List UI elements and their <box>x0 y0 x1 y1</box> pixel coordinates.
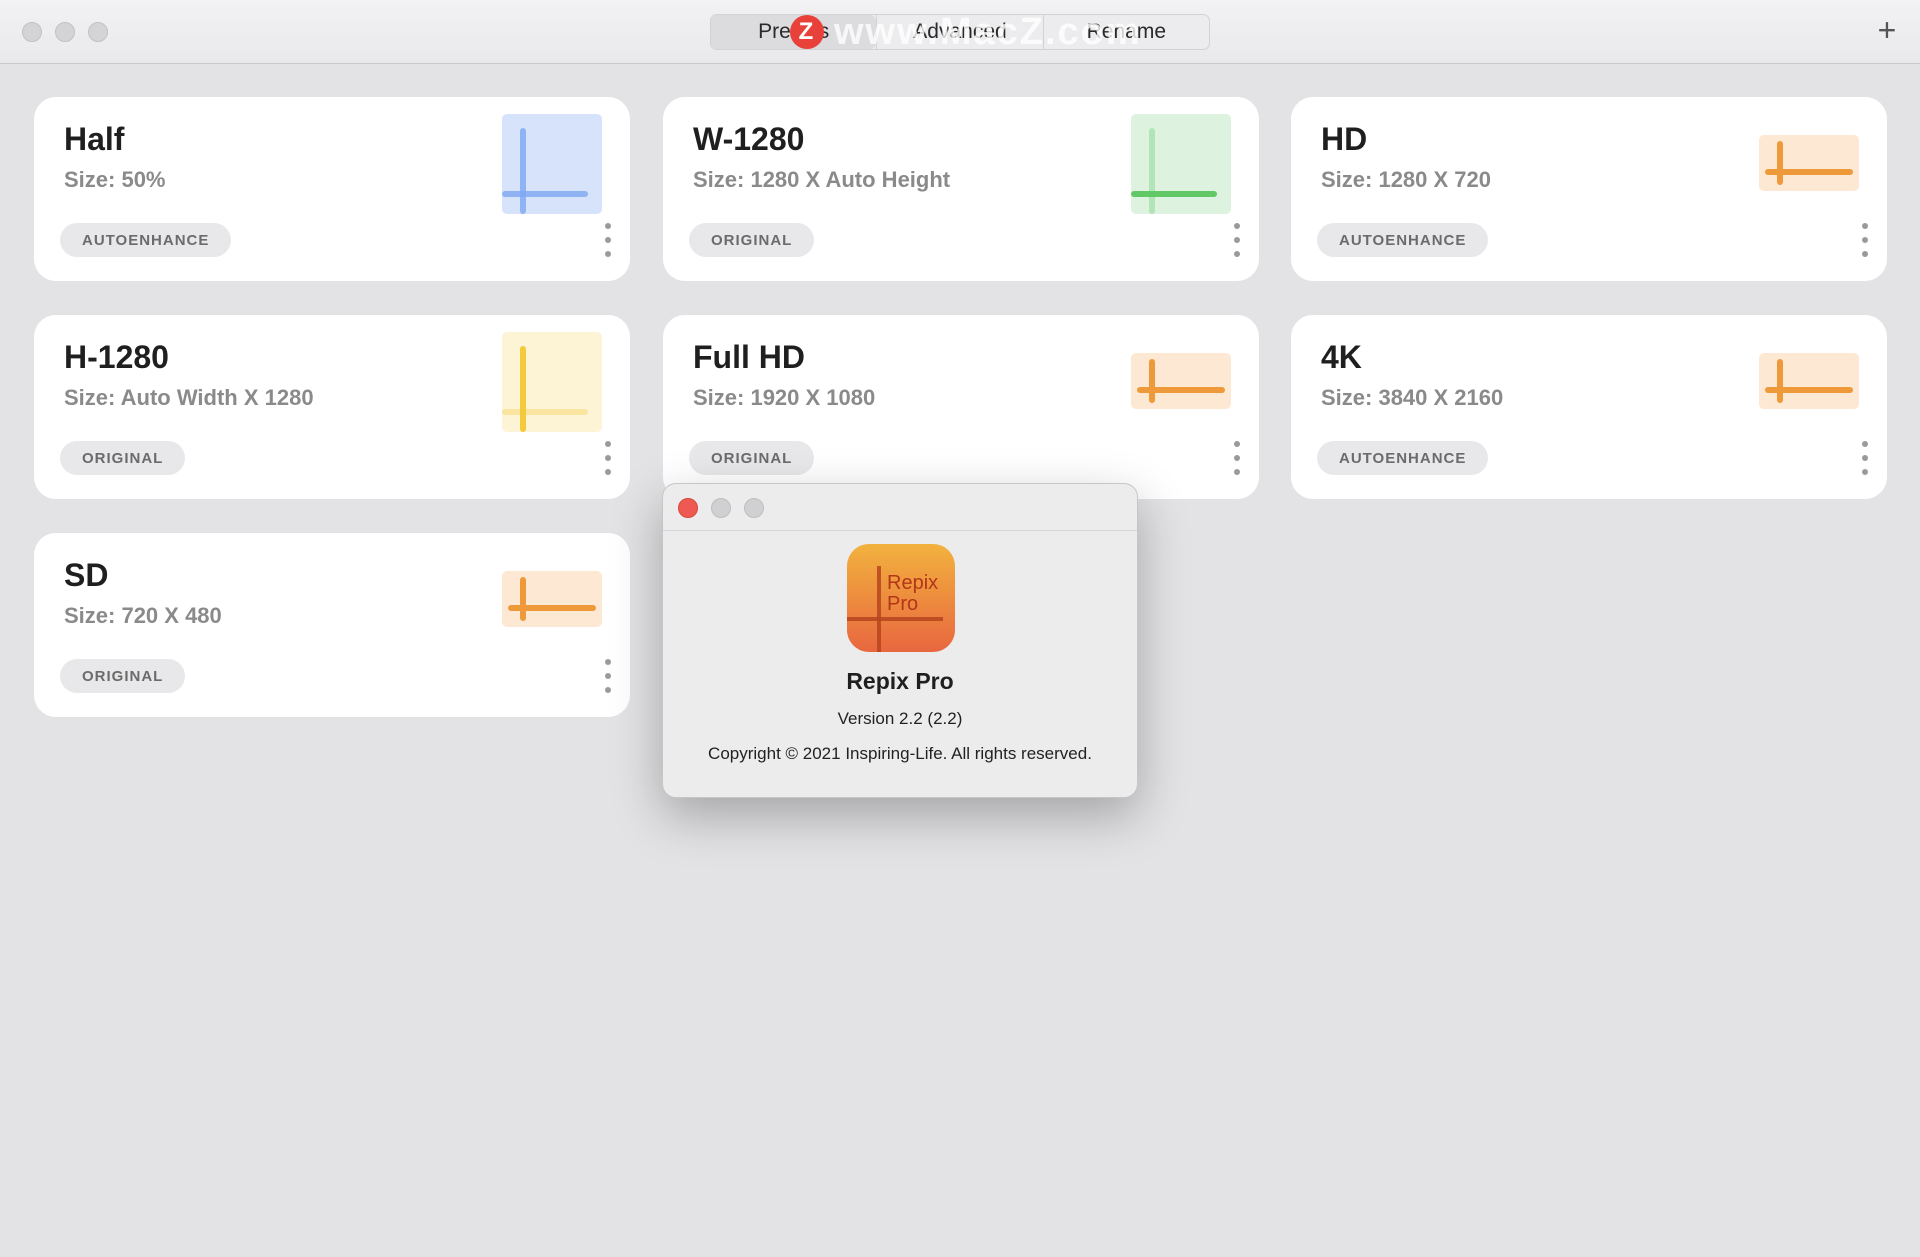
preset-size: Size: 1280 X 720 <box>1321 167 1492 192</box>
preset-size: Size: 3840 X 2160 <box>1321 385 1504 410</box>
more-options-icon[interactable] <box>1859 441 1871 475</box>
preset-mode-badge: ORIGINAL <box>689 441 815 475</box>
about-app-name: Repix Pro <box>846 668 954 694</box>
about-copyright: Copyright © 2021 Inspiring-Life. All rig… <box>708 744 1092 763</box>
preset-mode-badge: AUTOENHANCE <box>1317 223 1489 257</box>
more-options-icon[interactable] <box>602 441 614 475</box>
preset-title: SD <box>64 557 109 593</box>
zoom-window-button[interactable] <box>88 22 108 42</box>
preset-size: Size: 720 X 480 <box>64 603 222 628</box>
about-close-button[interactable] <box>678 498 698 518</box>
repix-pro-app-icon: Repix Pro <box>847 544 955 652</box>
close-window-button[interactable] <box>22 22 42 42</box>
preset-card[interactable]: W-1280 Size: 1280 X Auto Height ORIGINAL <box>663 97 1259 281</box>
preset-size: Size: 1920 X 1080 <box>693 385 876 410</box>
more-options-icon[interactable] <box>602 223 614 257</box>
title-bar: Presets Advanced Rename Z www.MacZ.com + <box>0 0 1920 64</box>
preset-card[interactable]: Half Size: 50% AUTOENHANCE <box>34 97 630 281</box>
crop-fixed-icon <box>1759 353 1859 409</box>
main-window: Presets Advanced Rename Z www.MacZ.com +… <box>0 0 1920 1257</box>
tab-presets[interactable]: Presets <box>711 15 877 49</box>
preset-title: Half <box>64 121 125 157</box>
preset-size: Size: Auto Width X 1280 <box>64 385 314 410</box>
more-options-icon[interactable] <box>1231 223 1243 257</box>
preset-mode-badge: AUTOENHANCE <box>60 223 232 257</box>
preset-title: H-1280 <box>64 339 169 375</box>
preset-card[interactable]: 4K Size: 3840 X 2160 AUTOENHANCE <box>1291 315 1887 499</box>
tab-advanced[interactable]: Advanced <box>876 15 1042 49</box>
view-segmented-control: Presets Advanced Rename <box>710 14 1210 50</box>
crop-fixed-icon <box>502 571 602 627</box>
preset-title: 4K <box>1321 339 1362 375</box>
preset-card[interactable]: H-1280 Size: Auto Width X 1280 ORIGINAL <box>34 315 630 499</box>
preset-mode-badge: ORIGINAL <box>60 441 186 475</box>
preset-mode-badge: ORIGINAL <box>689 223 815 257</box>
about-dialog: Repix Pro Repix Pro Version 2.2 (2.2) Co… <box>662 483 1138 798</box>
preset-mode-badge: AUTOENHANCE <box>1317 441 1489 475</box>
preset-card[interactable]: Full HD Size: 1920 X 1080 ORIGINAL <box>663 315 1259 499</box>
more-options-icon[interactable] <box>602 659 614 693</box>
add-preset-button[interactable]: + <box>1872 12 1902 48</box>
about-version: Version 2.2 (2.2) <box>837 709 963 728</box>
crop-height-icon <box>502 332 602 432</box>
preset-title: W-1280 <box>693 121 805 157</box>
preset-size: Size: 50% <box>64 167 166 192</box>
crop-fixed-icon <box>1759 135 1859 191</box>
preset-mode-badge: ORIGINAL <box>60 659 186 693</box>
crop-width-icon <box>1131 114 1231 214</box>
icon-text-repix: Repix <box>887 572 938 594</box>
preset-title: Full HD <box>693 339 805 375</box>
preset-card[interactable]: HD Size: 1280 X 720 AUTOENHANCE <box>1291 97 1887 281</box>
preset-card[interactable]: SD Size: 720 X 480 ORIGINAL <box>34 533 630 717</box>
about-title-bar <box>663 484 1137 531</box>
about-zoom-button[interactable] <box>744 498 764 518</box>
icon-text-pro: Pro <box>887 593 918 615</box>
crop-width-height-icon <box>502 114 602 214</box>
preset-title: HD <box>1321 121 1368 157</box>
minimize-window-button[interactable] <box>55 22 75 42</box>
about-minimize-button[interactable] <box>711 498 731 518</box>
more-options-icon[interactable] <box>1231 441 1243 475</box>
more-options-icon[interactable] <box>1859 223 1871 257</box>
preset-size: Size: 1280 X Auto Height <box>693 167 951 192</box>
tab-rename[interactable]: Rename <box>1042 15 1209 49</box>
crop-fixed-icon <box>1131 353 1231 409</box>
